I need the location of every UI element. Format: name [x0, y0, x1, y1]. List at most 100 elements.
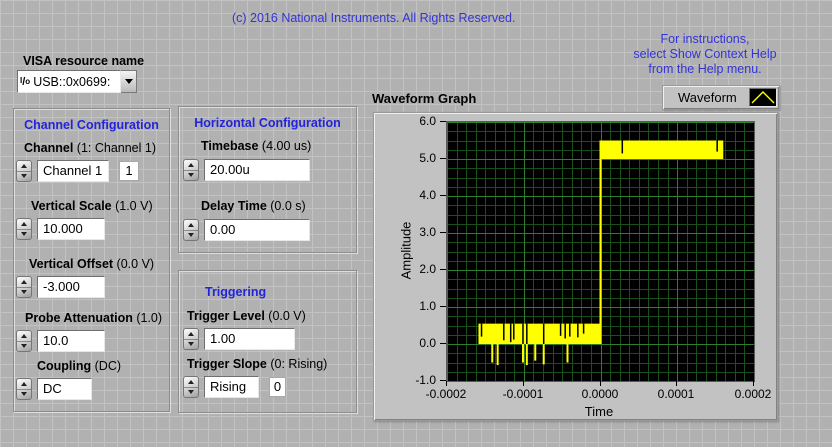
x-tick-mark [600, 381, 601, 386]
x-axis-title: Time [549, 404, 649, 419]
coupling-value-field[interactable]: DC [37, 378, 92, 400]
timebase-control[interactable]: 20.00u [183, 159, 310, 181]
decrement-icon [188, 342, 194, 346]
copyright-text: (c) 2016 National Instruments. All Right… [232, 11, 515, 25]
trigger-level-input[interactable]: 1.00 [204, 328, 295, 350]
vertical-offset-input[interactable]: -3.000 [37, 276, 105, 298]
coupling-spin-buttons[interactable] [16, 378, 32, 400]
increment-icon [21, 164, 27, 168]
x-tick-label: -0.0001 [491, 387, 555, 401]
x-tick-label: 0.0001 [644, 387, 708, 401]
x-tick-mark [523, 381, 524, 386]
increment-icon [21, 280, 27, 284]
channel-configuration-panel: Channel Configuration Channel (1: Channe… [13, 108, 170, 412]
y-tick-label: 6.0 [390, 114, 436, 128]
trigger-level-control[interactable]: 1.00 [183, 328, 295, 350]
channel-value-field[interactable]: Channel 1 [37, 160, 109, 182]
x-tick-label: 0.0000 [568, 387, 632, 401]
increment-icon [188, 380, 194, 384]
decrement-icon [21, 344, 27, 348]
delay-time-spin-buttons[interactable] [183, 219, 199, 241]
channel-label: Channel (1: Channel 1) [24, 141, 156, 155]
vertical-offset-spin-buttons[interactable] [16, 276, 32, 298]
x-tick-mark [446, 381, 447, 386]
increment-icon [21, 222, 27, 226]
increment-icon [21, 334, 27, 338]
x-tick-mark [753, 381, 754, 386]
trigger-slope-index-display[interactable]: 0 [269, 377, 286, 397]
visa-resource-field[interactable]: I/o USB::0x0699: [17, 70, 121, 93]
y-axis-title: Amplitude [399, 191, 414, 311]
y-tick-label: 5.0 [390, 151, 436, 165]
visa-resource-selector[interactable]: I/o USB::0x0699: [17, 70, 137, 93]
waveform-plot [446, 121, 755, 382]
trigger-level-spin-buttons[interactable] [183, 328, 199, 350]
vertical-offset-label: Vertical Offset (0.0 V) [29, 257, 154, 271]
decrement-icon [21, 290, 27, 294]
visa-resource-label: VISA resource name [23, 54, 144, 68]
y-tick-mark [440, 380, 446, 381]
trigger-slope-value-field[interactable]: Rising [204, 376, 259, 398]
trigger-slope-spin-buttons[interactable] [183, 376, 199, 398]
trigger-slope-selector[interactable]: Rising 0 [183, 376, 286, 398]
increment-icon [188, 223, 194, 227]
legend-label: Waveform [678, 90, 737, 105]
decrement-icon [21, 232, 27, 236]
timebase-spin-buttons[interactable] [183, 159, 199, 181]
visa-io-icon: I/o [18, 76, 33, 87]
trigger-slope-label: Trigger Slope (0: Rising) [187, 357, 327, 371]
delay-time-input[interactable]: 0.00 [204, 219, 310, 241]
y-tick-mark [440, 195, 446, 196]
probe-attenuation-label: Probe Attenuation (1.0) [25, 311, 162, 325]
vertical-scale-input[interactable]: 10.000 [37, 218, 105, 240]
vertical-scale-spin-buttons[interactable] [16, 218, 32, 240]
triggering-title: Triggering [205, 285, 266, 299]
increment-icon [188, 332, 194, 336]
instructions-text: For instructions, select Show Context He… [612, 32, 798, 77]
channel-spin-buttons[interactable] [16, 160, 32, 182]
horizontal-configuration-title: Horizontal Configuration [179, 116, 356, 130]
probe-attenuation-input[interactable]: 10.0 [37, 330, 105, 352]
delay-time-control[interactable]: 0.00 [183, 219, 310, 241]
labview-front-panel: (c) 2016 National Instruments. All Right… [0, 0, 832, 447]
decrement-icon [188, 173, 194, 177]
waveform-graph-panel: -0.0002-0.00010.00000.00010.00026.05.04.… [373, 112, 778, 421]
y-tick-mark [440, 343, 446, 344]
timebase-input[interactable]: 20.00u [204, 159, 310, 181]
triggering-panel: Triggering Trigger Level (0.0 V) 1.00 Tr… [178, 270, 357, 413]
waveform-legend-icon [749, 88, 777, 107]
visa-resource-value: USB::0x0699: [33, 75, 110, 89]
x-tick-label: -0.0002 [414, 387, 478, 401]
y-tick-mark [440, 121, 446, 122]
y-tick-mark [440, 306, 446, 307]
x-tick-mark [676, 381, 677, 386]
instructions-line-2: select Show Context Help [612, 47, 798, 62]
trigger-level-label: Trigger Level (0.0 V) [187, 309, 306, 323]
y-tick-mark [440, 269, 446, 270]
timebase-label: Timebase (4.00 us) [201, 139, 311, 153]
probe-attenuation-control[interactable]: 10.0 [16, 330, 105, 352]
vertical-scale-control[interactable]: 10.000 [16, 218, 105, 240]
y-tick-mark [440, 232, 446, 233]
vertical-offset-control[interactable]: -3.000 [16, 276, 105, 298]
y-tick-label: -1.0 [390, 373, 436, 387]
horizontal-configuration-panel: Horizontal Configuration Timebase (4.00 … [178, 106, 357, 253]
chevron-down-icon [125, 79, 133, 84]
channel-index-display[interactable]: 1 [119, 161, 139, 181]
decrement-icon [21, 392, 27, 396]
instructions-line-1: For instructions, [612, 32, 798, 47]
instructions-line-3: from the Help menu. [612, 62, 798, 77]
increment-icon [188, 163, 194, 167]
visa-dropdown-button[interactable] [121, 70, 137, 93]
probe-attenuation-spin-buttons[interactable] [16, 330, 32, 352]
y-tick-label: 0.0 [390, 336, 436, 350]
increment-icon [21, 382, 27, 386]
coupling-selector[interactable]: DC [16, 378, 92, 400]
legend-waveform[interactable]: Waveform [662, 85, 780, 110]
y-tick-mark [440, 158, 446, 159]
channel-configuration-title: Channel Configuration [14, 118, 169, 132]
x-tick-label: 0.0002 [721, 387, 785, 401]
delay-time-label: Delay Time (0.0 s) [201, 199, 306, 213]
vertical-scale-label: Vertical Scale (1.0 V) [31, 199, 153, 213]
channel-selector[interactable]: Channel 1 1 [16, 160, 139, 182]
